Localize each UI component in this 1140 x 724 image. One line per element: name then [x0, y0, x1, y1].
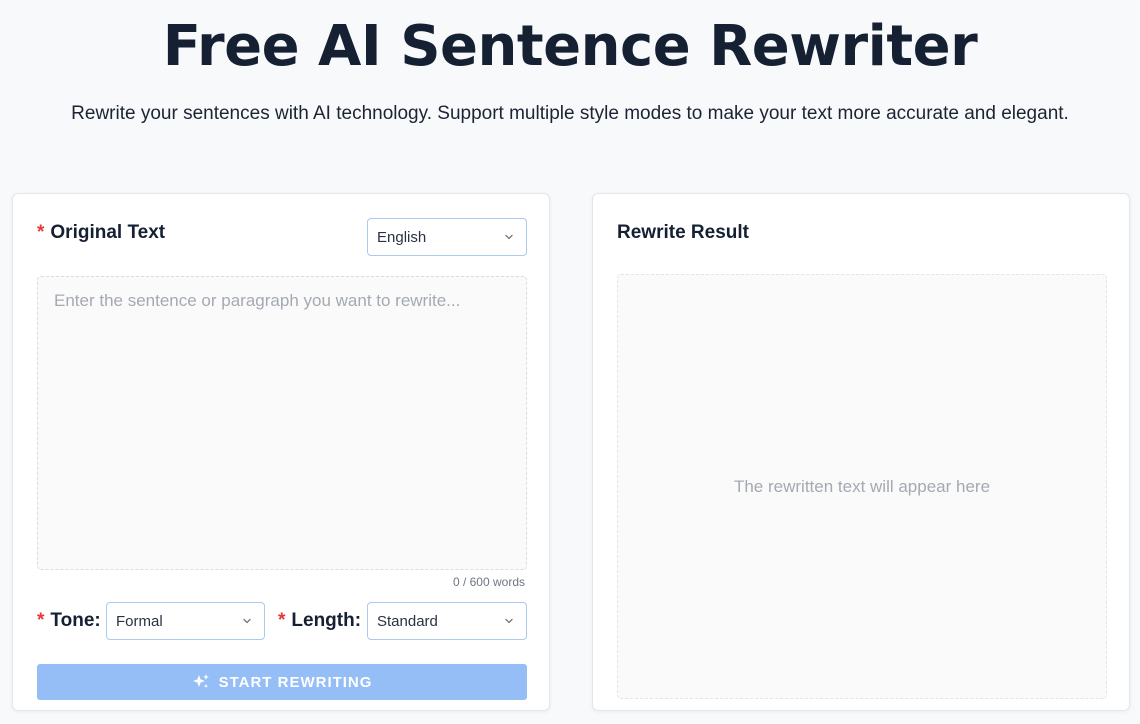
original-text-label: * Original Text	[37, 222, 165, 244]
start-rewriting-label: START REWRITING	[218, 673, 373, 691]
input-panel: *Original Text English 0 / 600 words *To…	[12, 193, 550, 711]
sparkle-icon	[192, 674, 209, 688]
language-select-value: English	[377, 228, 427, 246]
length-label-text: Length:	[291, 610, 362, 631]
tone-label-text: Tone:	[50, 610, 101, 631]
result-output: The rewritten text will appear here	[617, 274, 1107, 699]
word-count: 0 / 600 words	[452, 575, 525, 589]
original-text-input[interactable]	[37, 276, 527, 570]
original-text-title: Original Text	[50, 222, 166, 243]
tone-select[interactable]: Formal	[106, 602, 265, 640]
rewrite-result-title: Rewrite Result	[617, 222, 749, 243]
length-select-value: Standard	[377, 612, 438, 630]
result-placeholder: The rewritten text will appear here	[733, 476, 991, 496]
tone-label: * Tone:	[37, 610, 101, 632]
chevron-down-icon	[505, 234, 513, 240]
chevron-down-icon	[505, 618, 513, 624]
length-select[interactable]: Standard	[367, 602, 527, 640]
result-panel: Rewrite Result The rewritten text will a…	[592, 193, 1130, 711]
required-mark: *	[37, 222, 45, 243]
required-mark: *	[37, 610, 45, 631]
required-mark: *	[278, 610, 286, 631]
language-select[interactable]: English	[367, 218, 527, 256]
chevron-down-icon	[243, 618, 251, 624]
start-rewriting-button[interactable]: START REWRITING	[37, 664, 527, 700]
page-subtitle: Rewrite your sentences with AI technolog…	[71, 103, 1069, 124]
length-label: * Length:	[278, 610, 361, 632]
page-title: Free AI Sentence Rewriter	[162, 14, 978, 79]
tone-select-value: Formal	[116, 612, 163, 630]
